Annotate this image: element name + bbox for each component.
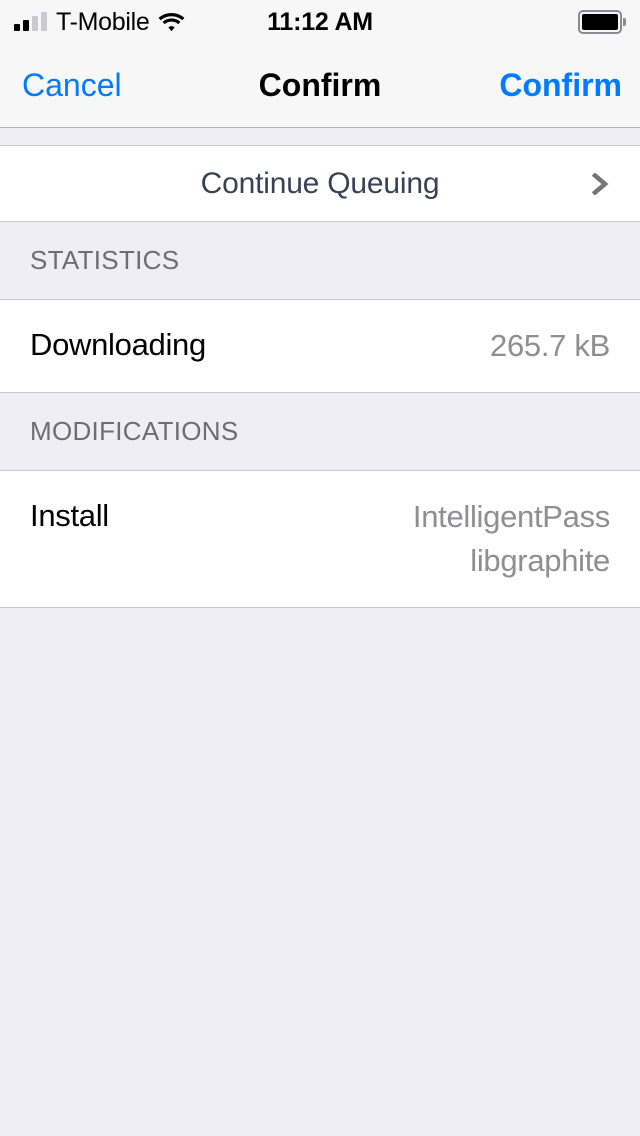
row-value-downloading: 265.7 kB (490, 324, 610, 368)
section-header-statistics-label: STATISTICS (30, 245, 180, 275)
battery-full-icon (578, 10, 626, 34)
status-bar-right (578, 0, 626, 44)
row-value-line: libgraphite (470, 543, 610, 579)
chevron-right-icon (590, 172, 612, 195)
row-value-install: IntelligentPass libgraphite (413, 495, 610, 583)
table-row[interactable]: Downloading 265.7 kB (0, 300, 640, 394)
status-bar-center: 11:12 AM (0, 0, 640, 44)
continue-queuing-label: Continue Queuing (200, 166, 440, 200)
screen: T-Mobile 11:12 AM Cancel Confirm Confirm (0, 0, 640, 1136)
section-header-modifications-label: MODIFICATIONS (30, 416, 239, 447)
table-top-gap (0, 128, 640, 146)
navigation-bar: Cancel Confirm Confirm (0, 44, 640, 128)
row-key-downloading: Downloading (30, 327, 206, 362)
confirm-button[interactable]: Confirm (499, 44, 622, 127)
row-value-line: 265.7 kB (490, 328, 610, 363)
clock-label: 11:12 AM (267, 7, 373, 36)
status-bar: T-Mobile 11:12 AM (0, 0, 640, 44)
section-header-modifications: MODIFICATIONS (0, 393, 640, 472)
continue-queuing-row[interactable]: Continue Queuing (0, 146, 640, 222)
table-row[interactable]: Install IntelligentPass libgraphite (0, 471, 640, 609)
row-key-install: Install (30, 498, 109, 534)
row-value-line: IntelligentPass (412, 499, 610, 535)
section-header-statistics: STATISTICS (0, 222, 640, 300)
table-view[interactable]: Continue Queuing STATISTICS Downloading … (0, 128, 640, 1136)
table-empty-area (0, 608, 640, 1136)
